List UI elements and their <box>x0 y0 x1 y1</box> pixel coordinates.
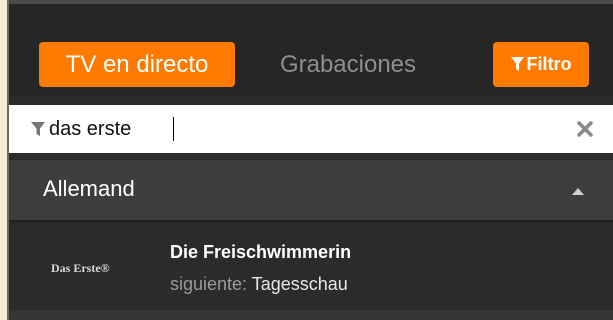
tv-guide-panel: TV en directo Grabaciones Filtro das ers… <box>0 0 613 320</box>
next-program-title: Tagesschau <box>251 274 348 294</box>
caret-up-icon <box>571 184 585 195</box>
bottom-strip <box>9 310 613 320</box>
tab-recordings[interactable]: Grabaciones <box>253 42 443 87</box>
group-title: Allemand <box>43 176 135 201</box>
funnel-icon <box>30 120 46 138</box>
search-bar <box>9 105 613 153</box>
current-program-title: Die Freischwimmerin <box>170 242 352 262</box>
next-label: siguiente: <box>170 274 248 294</box>
tab-recordings-label: Grabaciones <box>279 50 417 78</box>
header-bar: TV en directo Grabaciones Filtro <box>9 4 613 96</box>
search-input[interactable] <box>49 111 549 147</box>
tab-live-tv-label: TV en directo <box>65 50 209 78</box>
close-icon[interactable] <box>575 119 595 139</box>
funnel-icon <box>510 57 524 72</box>
filter-button-label: Filtro <box>526 54 572 74</box>
tab-live-tv[interactable]: TV en directo <box>39 42 235 87</box>
window-edge <box>0 0 7 320</box>
text-caret <box>173 117 174 141</box>
group-header-allemand[interactable]: Allemand <box>9 160 613 220</box>
next-program-line: siguiente: Tagesschau <box>170 274 348 295</box>
filter-button[interactable]: Filtro <box>493 42 589 87</box>
channel-logo: Das Erste® <box>51 261 110 275</box>
channel-row[interactable]: Das Erste® Die Freischwimmerin siguiente… <box>9 222 613 310</box>
